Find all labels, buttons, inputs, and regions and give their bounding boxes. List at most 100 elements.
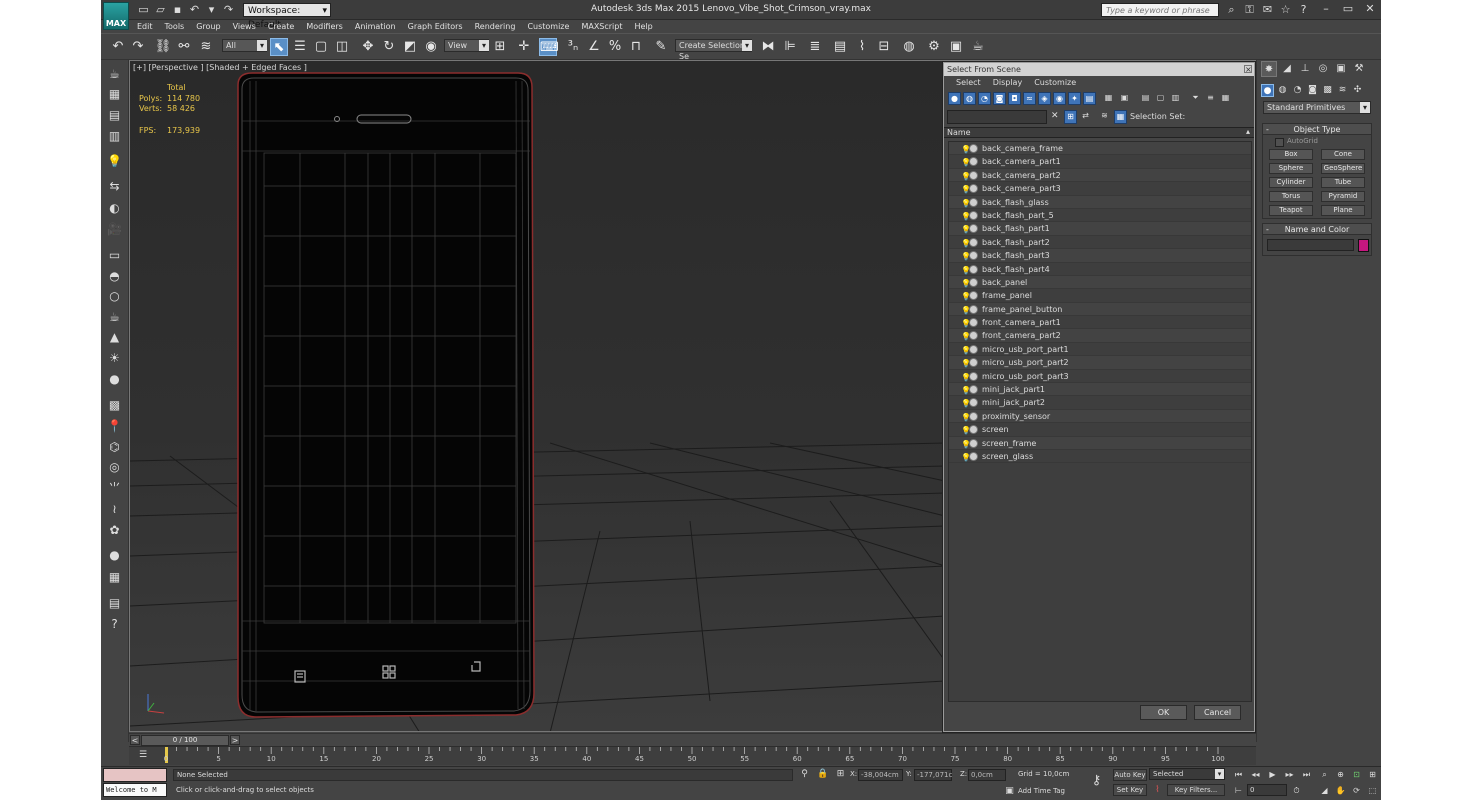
light-bulb-icon[interactable]: 💡 [961,143,971,156]
layers-toggle-icon[interactable]: ≋ [1098,110,1111,124]
cylinder-button[interactable]: Cylinder [1269,177,1313,188]
display-helpers-icon[interactable]: ◘ [1008,92,1021,105]
zoom-all-icon[interactable]: ⊕ [1335,769,1346,780]
maximize-icon[interactable]: ▭ [1341,3,1355,16]
link-icon[interactable]: ⛓ [154,38,172,56]
scene-object-row[interactable]: 💡 front_camera_part2 [949,329,1251,343]
open-file-icon[interactable]: ▱ [154,3,167,16]
display-spacewarps-icon[interactable]: ≈ [1023,92,1036,105]
orbit-icon[interactable]: ⟳ [1351,785,1362,796]
dialog-menu-customize[interactable]: Customize [1028,76,1082,90]
scene-object-row[interactable]: 💡 back_camera_part3 [949,182,1251,196]
favorites-icon[interactable]: ☆ [1279,3,1292,16]
sun-icon[interactable]: ☀ [106,350,123,367]
light-bulb-icon[interactable]: 💡 [961,250,971,263]
angle-snap-icon[interactable]: ∠ [585,38,603,56]
light-bulb-icon[interactable]: 💡 [961,438,971,451]
display-bones-icon[interactable]: ✦ [1068,92,1081,105]
utilities-tab-icon[interactable]: ⚒ [1351,61,1367,77]
filter-options-icon[interactable]: ≡ [1204,92,1217,105]
key-mode-toggle-icon[interactable]: ⊢ [1233,785,1244,796]
scene-object-row[interactable]: 💡 micro_usb_port_part3 [949,370,1251,384]
display-none-icon[interactable]: ▢ [1154,92,1167,105]
menu-graph-editors[interactable]: Graph Editors [402,20,469,33]
dialog-find-input[interactable] [947,110,1047,124]
snaps-toggle-icon[interactable]: ³ₙ [564,38,582,56]
rectangular-selection-icon[interactable]: ▢ [312,38,330,56]
maxscript-listener-output[interactable]: Welcome to M [103,783,167,797]
viewport-label[interactable]: [+] [Perspective ] [Shaded + Edged Faces… [133,63,307,72]
tube-button[interactable]: Tube [1321,177,1365,188]
image-icon[interactable]: ▦ [106,86,123,103]
ok-button[interactable]: OK [1140,705,1187,720]
bind-space-warp-icon[interactable]: ≋ [197,38,215,56]
time-configuration-icon[interactable]: ⏱ [1291,785,1302,796]
light-bulb-icon[interactable]: 💡 [961,357,971,370]
go-to-end-icon[interactable]: ⏭ [1301,769,1312,780]
render-setup-icon[interactable]: ⚙ [925,38,943,56]
scene-object-row[interactable]: 💡 back_flash_glass [949,195,1251,210]
undo-icon[interactable]: ↶ [188,3,201,16]
display-xrefs-icon[interactable]: ◉ [1053,92,1066,105]
pin-icon[interactable]: 📍 [106,418,123,435]
spinner-snap-icon[interactable]: ⊓ [627,38,645,56]
autogrid-checkbox[interactable]: AutoGrid [1275,137,1318,147]
rendered-frame-window-icon[interactable]: ▣ [947,38,965,56]
save-file-icon[interactable]: ▪ [171,3,184,16]
light-bulb-icon[interactable]: 💡 [961,330,971,343]
hair-icon[interactable]: ≀ [106,501,123,518]
cancel-button[interactable]: Cancel [1194,705,1241,720]
object-name-input[interactable] [1267,239,1354,251]
y-coord-field[interactable]: -177,071c [914,769,952,781]
geometry-category-icon[interactable]: ● [1261,84,1274,97]
display-geometry-icon[interactable]: ● [948,92,961,105]
ball-icon[interactable]: ● [106,547,123,564]
light-bulb-icon[interactable]: 💡 [961,223,971,236]
fur-icon[interactable]: ✿ [106,522,123,539]
scene-object-row[interactable]: 💡 back_flash_part_5 [949,209,1251,223]
light-bulb-icon[interactable]: 💡 [961,170,971,183]
menu-tools[interactable]: Tools [159,20,191,33]
menu-customize[interactable]: Customize [521,20,575,33]
box-button[interactable]: Box [1269,149,1313,160]
scene-object-row[interactable]: 💡 screen_frame [949,436,1251,451]
undo-button-icon[interactable]: ↶ [109,38,127,56]
display-shapes-icon[interactable]: ◍ [963,92,976,105]
light-bulb-icon[interactable]: 💡 [961,197,971,210]
maxscript-listener-input[interactable] [103,768,167,782]
move-icon[interactable]: ✥ [359,38,377,56]
scene-object-row[interactable]: 💡 back_camera_part2 [949,168,1251,183]
sphere-button[interactable]: Sphere [1269,163,1313,174]
select-object-icon[interactable]: ⬉ [270,38,288,56]
list-icon[interactable]: ▤ [106,107,123,124]
next-frame-button-icon[interactable]: ▸▸ [1284,769,1295,780]
edit-named-selection-icon[interactable]: ✎ [652,38,670,56]
select-manipulate-icon[interactable]: ✛ [515,38,533,56]
display-all-icon[interactable]: ▤ [1139,92,1152,105]
graphite-ribbon-icon[interactable]: ▤ [831,38,849,56]
undo-list-icon[interactable]: ▾ [205,3,218,16]
rotate-icon[interactable]: ↻ [380,38,398,56]
light-bulb-icon[interactable]: 💡 [961,424,971,437]
select-by-name-icon[interactable]: ☰ [291,38,309,56]
zoom-extents-all-icon[interactable]: ⊞ [1367,769,1378,780]
scene-object-row[interactable]: 💡 micro_usb_port_part1 [949,343,1251,357]
grass-icon[interactable]: ⺌ [106,480,123,497]
prev-frame-icon[interactable]: < [130,735,140,745]
object-type-title[interactable]: Object Type [1263,124,1371,135]
pivot-center-icon[interactable]: ⊞ [491,38,509,56]
filter-icon[interactable]: ⏷ [1189,92,1202,105]
scene-object-row[interactable]: 💡 frame_panel_button [949,302,1251,317]
scene-object-row[interactable]: 💡 back_flash_part2 [949,236,1251,250]
scene-object-row[interactable]: 💡 back_camera_frame [949,142,1251,156]
geosphere-button[interactable]: GeoSphere [1321,163,1365,174]
named-selection-dropdown[interactable]: Create Selection Se [675,39,752,61]
selection-filter-dropdown[interactable]: All [222,39,267,52]
light-bulb-icon[interactable]: 💡 [961,317,971,330]
scene-object-row[interactable]: 💡 front_camera_part1 [949,316,1251,330]
helpers-category-icon[interactable]: ▩ [1321,84,1334,97]
search-input[interactable]: Type a keyword or phrase [1101,3,1219,17]
torus-button[interactable]: Torus [1269,191,1313,202]
primitive-category-dropdown[interactable]: Standard Primitives [1263,101,1371,114]
cone-button[interactable]: Cone [1321,149,1365,160]
